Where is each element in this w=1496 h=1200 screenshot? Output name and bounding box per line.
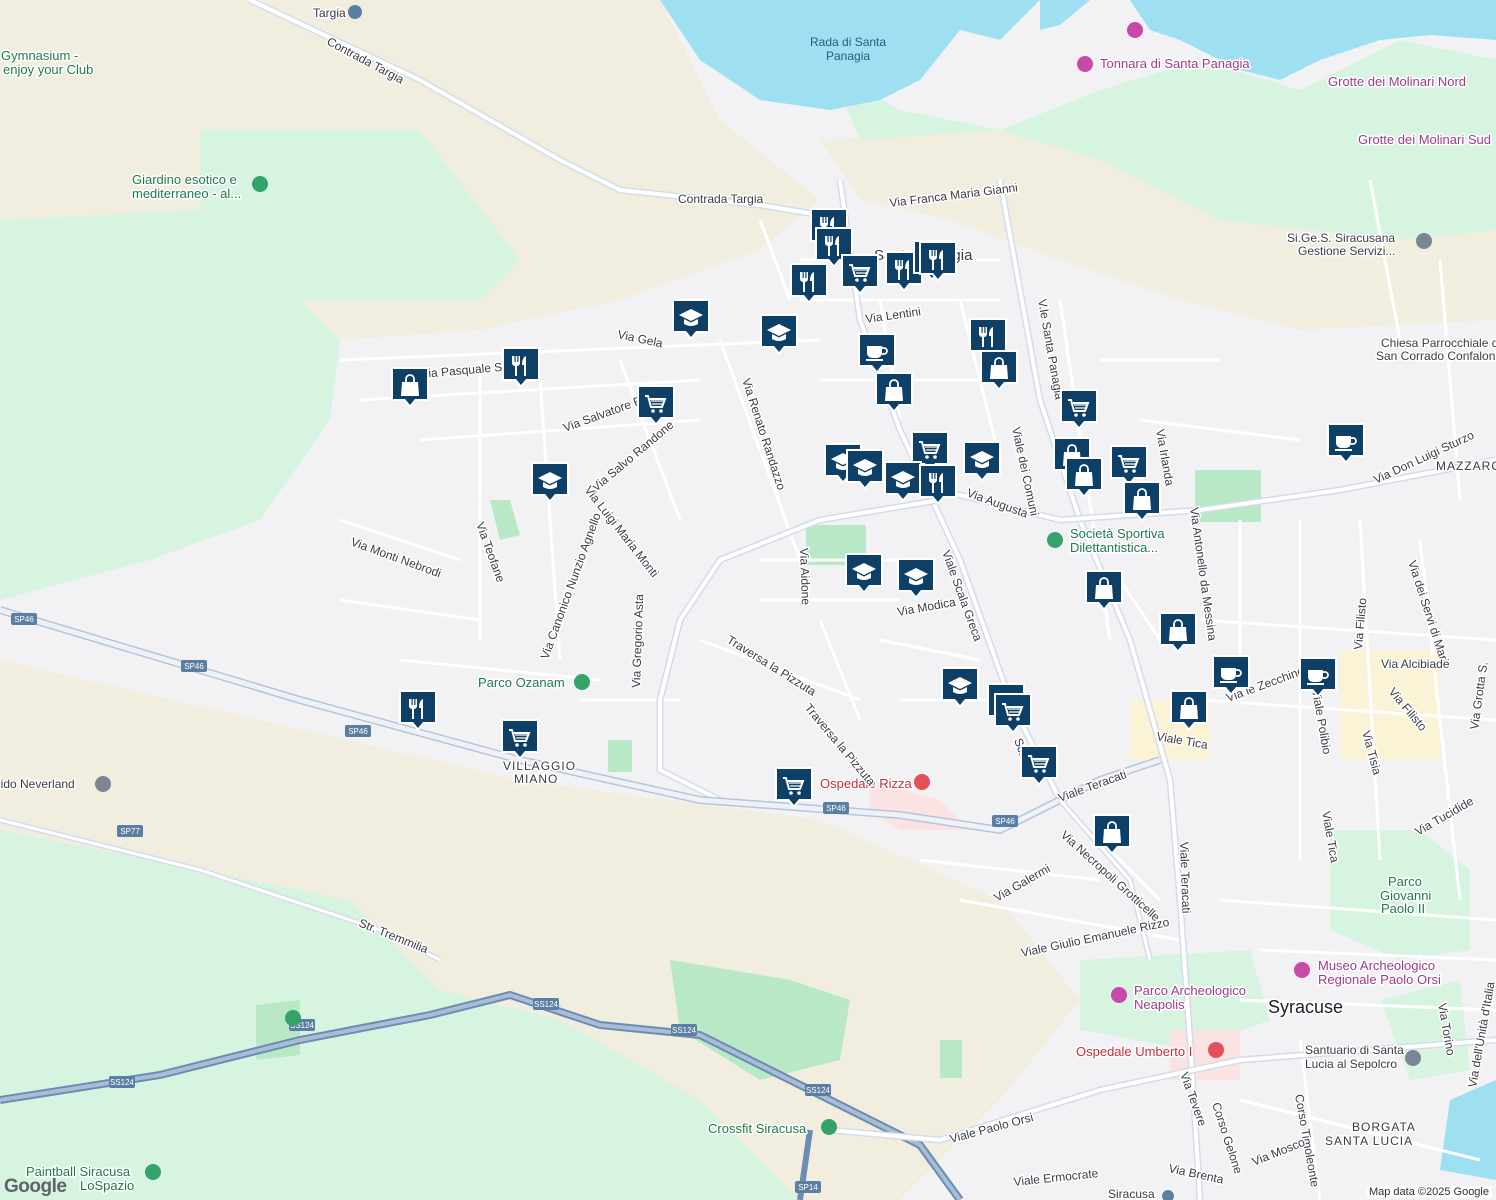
gym-icon bbox=[821, 1119, 837, 1135]
svg-text:SP46: SP46 bbox=[995, 817, 1015, 826]
place-santuario-line2: Lucia al Sepolcro bbox=[1305, 1057, 1397, 1071]
svg-text:SS124: SS124 bbox=[110, 1078, 135, 1087]
church-icon bbox=[1405, 1050, 1421, 1066]
green-field-4 bbox=[940, 1040, 962, 1078]
place-rada-line1: Rada di Santa bbox=[810, 35, 886, 49]
shield-sp46-d: SP46 bbox=[823, 802, 849, 814]
pin-icon bbox=[1416, 233, 1432, 249]
place-chiesa-line2: San Corrado Confalonieri bbox=[1376, 349, 1496, 363]
svg-text:SP77: SP77 bbox=[120, 827, 140, 836]
place-neapolis-line1: Parco Archeologico bbox=[1134, 983, 1246, 998]
green-field-3 bbox=[608, 740, 632, 772]
street-contrada-targia-2: Contrada Targia bbox=[678, 192, 763, 206]
hospital-icon bbox=[1208, 1042, 1224, 1058]
train-station-icon bbox=[348, 5, 362, 19]
place-gymnasium-line2: enjoy your Club bbox=[3, 62, 93, 77]
svg-text:SS124: SS124 bbox=[534, 1000, 559, 1009]
place-crossfit: Crossfit Siracusa bbox=[708, 1121, 807, 1136]
flower-icon bbox=[252, 176, 268, 192]
place-museo-line2: Regionale Paolo Orsi bbox=[1318, 972, 1441, 987]
place-neverland: lido Neverland bbox=[0, 777, 75, 791]
place-siracusa-station: Siracusa bbox=[1108, 1187, 1155, 1200]
shield-ss124-e: SS124 bbox=[805, 1084, 831, 1096]
google-logo[interactable]: Google bbox=[4, 1176, 67, 1198]
shield-sp46-b: SP46 bbox=[181, 660, 207, 672]
place-giardino-line2: mediterraneo - al... bbox=[132, 186, 241, 201]
place-targia: Targia bbox=[313, 6, 346, 20]
green-field-2 bbox=[1195, 470, 1261, 522]
museum-icon bbox=[1294, 962, 1310, 978]
place-paintball-line2: LoSpazio bbox=[80, 1178, 134, 1193]
svg-text:SP46: SP46 bbox=[826, 804, 846, 813]
shield-ss124-c: SS124 bbox=[533, 998, 559, 1010]
map-canvas[interactable]: Targia Gymnasium - enjoy your Club Rada … bbox=[0, 0, 1496, 1200]
place-gymnasium-line1: Gymnasium - bbox=[1, 48, 78, 63]
street-via-alcibiade: Via Alcibiade bbox=[1381, 657, 1450, 671]
place-societa-line2: Dilettantistica... bbox=[1070, 540, 1158, 555]
hospital-icon bbox=[914, 774, 930, 790]
map-attribution: Map data ©2025 Google bbox=[1365, 1186, 1492, 1198]
street-via-aidone: Via Aidone bbox=[797, 548, 813, 606]
place-tonnara: Tonnara di Santa Panagia bbox=[1100, 56, 1250, 71]
svg-text:SP46: SP46 bbox=[184, 662, 204, 671]
shield-ss124-d: SS124 bbox=[671, 1024, 697, 1036]
sports-icon bbox=[285, 1010, 301, 1026]
sports-icon bbox=[1047, 532, 1063, 548]
svg-text:SP46: SP46 bbox=[348, 727, 368, 736]
place-parco-giovanni-line1: Parco bbox=[1388, 874, 1422, 889]
place-villaggio-line1: VILLAGGIO bbox=[503, 759, 576, 773]
svg-text:SP14: SP14 bbox=[798, 1183, 818, 1192]
place-giardino-line1: Giardino esotico e bbox=[132, 172, 237, 187]
place-molinari-nord: Grotte dei Molinari Nord bbox=[1328, 74, 1466, 89]
tree-icon bbox=[574, 674, 590, 690]
place-santuario-line1: Santuario di Santa bbox=[1305, 1043, 1404, 1057]
place-parco-giovanni-line3: Paolo II bbox=[1381, 901, 1425, 916]
sports-icon bbox=[145, 1164, 161, 1180]
svg-text:SS124: SS124 bbox=[672, 1026, 697, 1035]
place-societa-line1: Società Sportiva bbox=[1070, 526, 1165, 541]
shield-sp46-a: SP46 bbox=[11, 613, 37, 625]
place-neapolis-line2: Neapolis bbox=[1134, 997, 1185, 1012]
svg-text:SS124: SS124 bbox=[806, 1086, 831, 1095]
place-parco-ozanam: Parco Ozanam bbox=[478, 675, 565, 690]
place-borgata-line1: BORGATA bbox=[1352, 1120, 1416, 1134]
place-molinari-sud: Grotte dei Molinari Sud bbox=[1358, 132, 1491, 147]
shield-ss124-b: SS124 bbox=[109, 1076, 135, 1088]
place-chiesa-line1: Chiesa Parrocchiale di bbox=[1381, 336, 1496, 350]
shield-sp14: SP14 bbox=[795, 1181, 821, 1193]
place-ospedale-umberto: Ospedale Umberto I bbox=[1076, 1044, 1192, 1059]
pin-icon bbox=[95, 776, 111, 792]
place-borgata-line2: SANTA LUCIA bbox=[1325, 1134, 1413, 1148]
svg-text:SP46: SP46 bbox=[14, 615, 34, 624]
shield-sp46-c: SP46 bbox=[345, 725, 371, 737]
shield-sp46-e: SP46 bbox=[992, 815, 1018, 827]
monument-icon bbox=[1111, 987, 1127, 1003]
camera-icon bbox=[1127, 22, 1143, 38]
place-museo-line1: Museo Archeologico bbox=[1318, 958, 1435, 973]
place-sige-line1: Si.Ge.S. Siracusana bbox=[1287, 231, 1395, 245]
camera-icon bbox=[1077, 56, 1093, 72]
place-rada-line2: Panagia bbox=[826, 49, 870, 63]
shield-sp77: SP77 bbox=[117, 825, 143, 837]
street-viale-teracati-2: Viale Teracati bbox=[1177, 842, 1193, 914]
place-syracuse: Syracuse bbox=[1268, 997, 1343, 1017]
place-villaggio-line2: MIANO bbox=[514, 772, 558, 786]
place-mazzarona: MAZZARONA bbox=[1436, 459, 1496, 473]
place-sige-line2: Gestione Servizi... bbox=[1298, 244, 1395, 258]
